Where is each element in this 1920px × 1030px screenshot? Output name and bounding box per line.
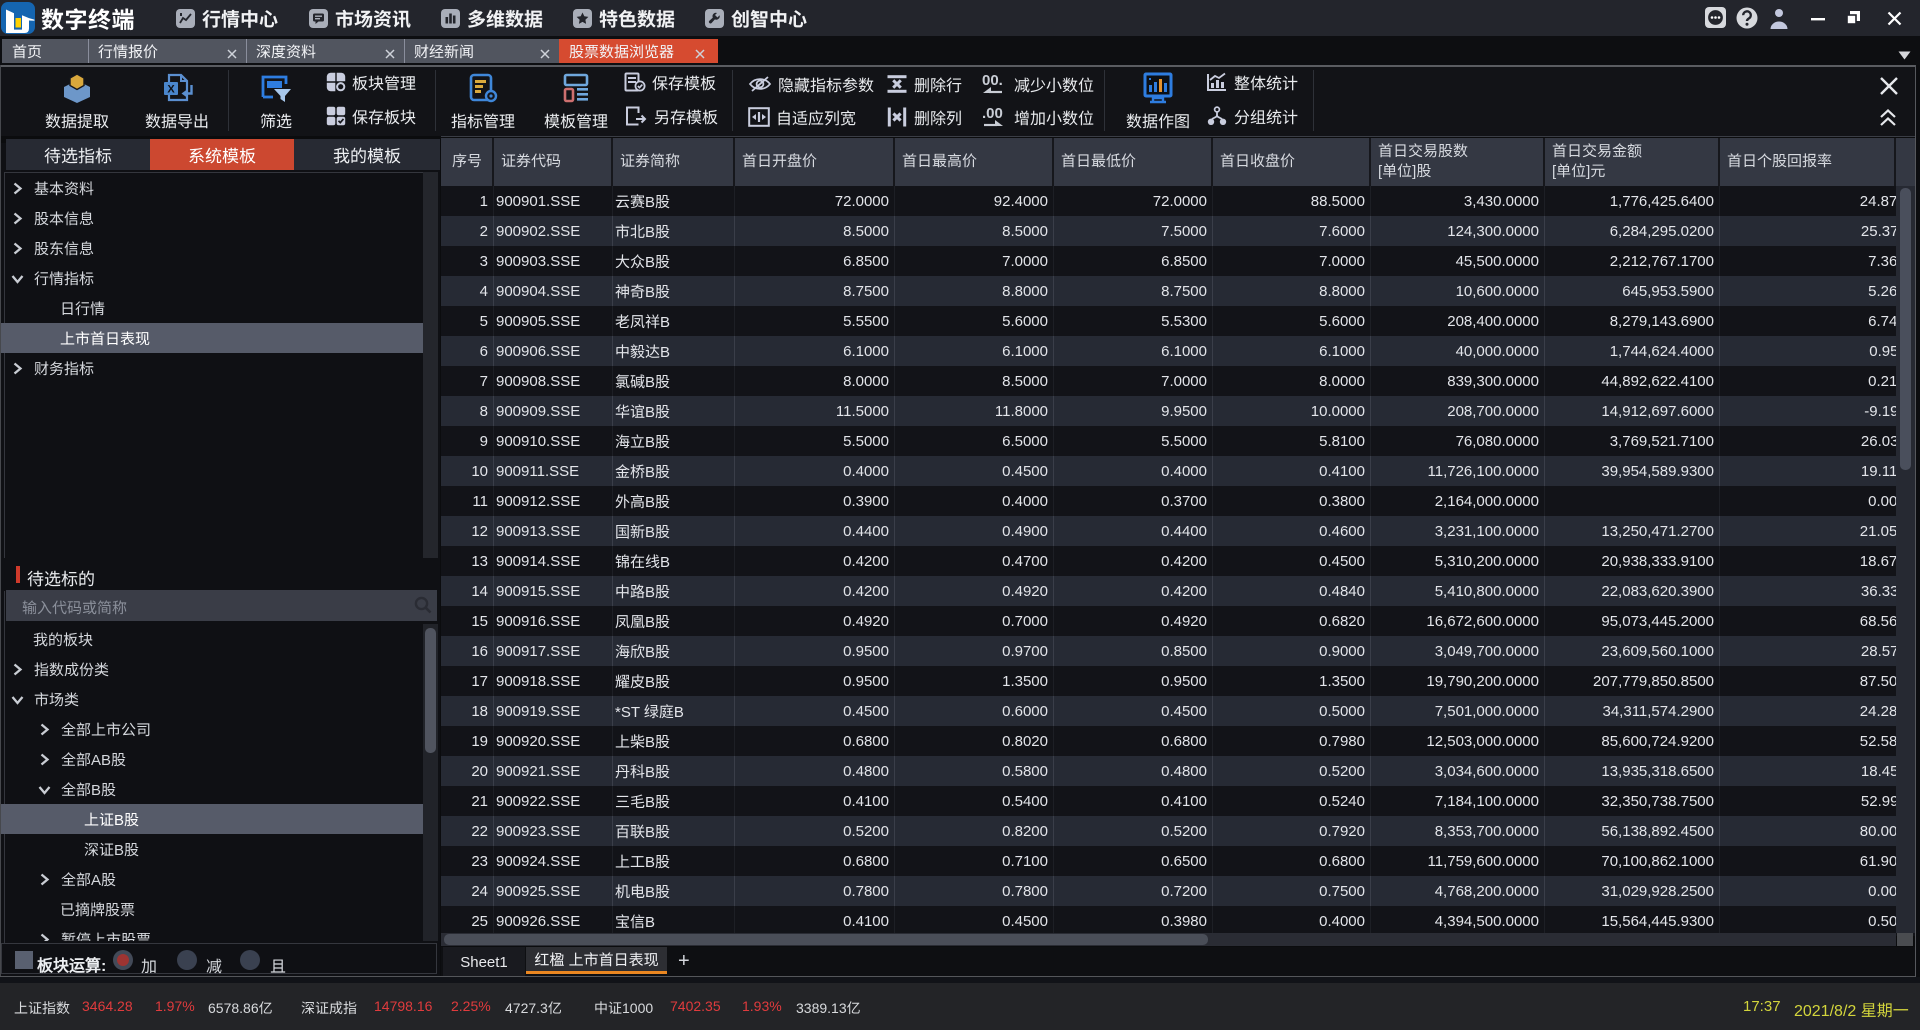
svg-text:.00: .00 <box>982 105 1003 122</box>
svg-text:00.: 00. <box>982 72 1003 89</box>
svg-text:X: X <box>167 84 175 96</box>
